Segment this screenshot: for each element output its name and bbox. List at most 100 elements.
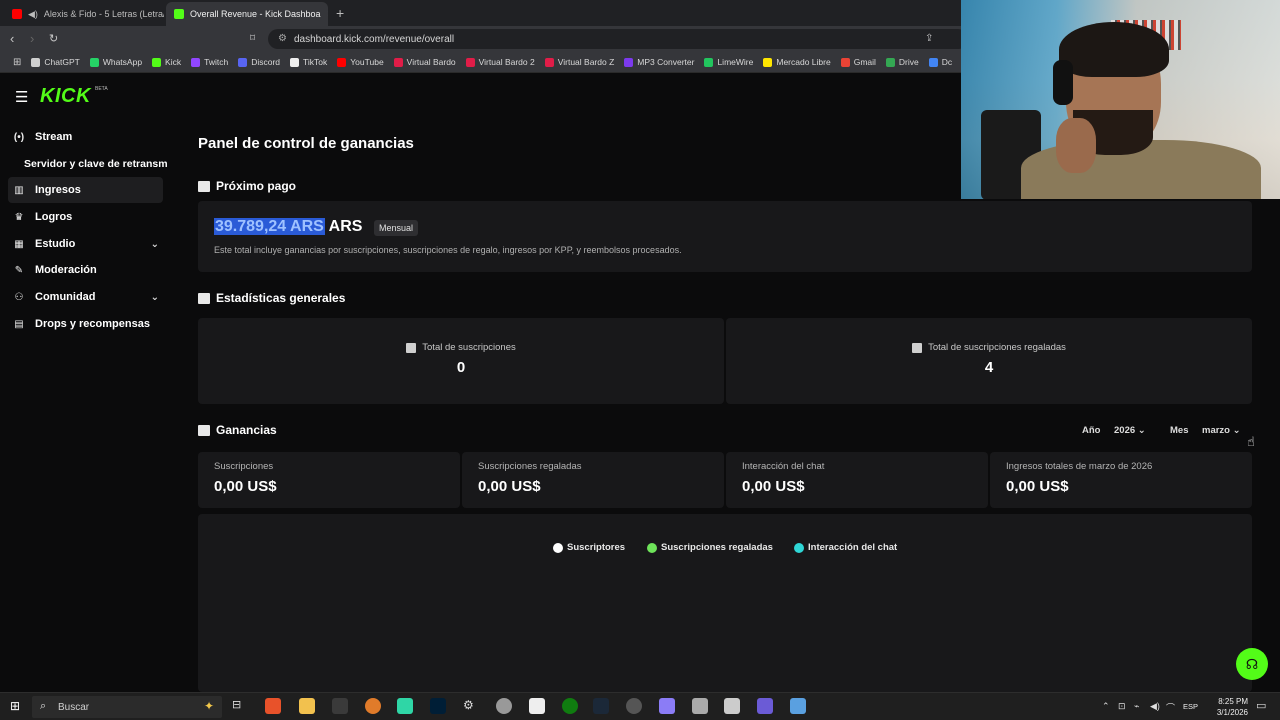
capcut-icon[interactable] [529, 698, 545, 714]
bookmark-item[interactable]: Virtual Bardo [389, 57, 461, 67]
earnings-label: Suscripciones regaladas [478, 461, 582, 472]
earnings-total-month: Ingresos totales de marzo de 2026 0,00 U… [990, 452, 1252, 508]
gmail-icon [840, 57, 850, 67]
sidebar-item-logros[interactable]: ♛ Logros [8, 204, 163, 230]
sidebar-item-estudio[interactable]: ▦ Estudio ⌄ [8, 231, 163, 257]
site-settings-icon[interactable]: ⚙ [278, 33, 287, 44]
app-icon[interactable] [659, 698, 675, 714]
legend-label: Interacción del chat [808, 542, 898, 553]
bookmark-item[interactable]: Kick [147, 57, 186, 67]
sparkle-icon: ✦ [203, 699, 214, 713]
chevron-down-icon[interactable]: ⌄ [151, 292, 159, 303]
youtube-icon [337, 57, 347, 67]
bookmark-item[interactable]: Mercado Libre [758, 57, 835, 67]
app-icon[interactable] [365, 698, 381, 714]
app-icon[interactable] [692, 698, 708, 714]
bookmark-item[interactable]: Virtual Bardo 2 [461, 57, 540, 67]
bookmark-item[interactable]: Drive [881, 57, 924, 67]
calculator-icon[interactable] [790, 698, 806, 714]
bookmark-item[interactable]: Gmail [836, 57, 881, 67]
url-text: dashboard.kick.com/revenue/overall [294, 33, 455, 45]
drive-icon [885, 57, 895, 67]
apps-icon[interactable]: ⊞ [8, 57, 26, 68]
bookmark-item[interactable]: Discord [233, 57, 285, 67]
earnings-subscriptions: Suscripciones 0,00 US$ [198, 452, 460, 508]
year-value: 2026 [1114, 425, 1136, 436]
settings-icon[interactable]: ⚙ [463, 698, 479, 714]
twitch-icon [191, 57, 201, 67]
sidebar-item-stream[interactable]: (•) Stream [8, 124, 163, 150]
section-title: Estadísticas generales [216, 291, 346, 305]
legend-item-chat[interactable]: Interacción del chat [794, 542, 897, 553]
sidebar-item-moderacion[interactable]: ✎ Moderación [8, 257, 163, 283]
wallet-icon [198, 180, 210, 192]
mercadolibre-icon [763, 57, 773, 67]
back-icon[interactable]: ‹ [10, 31, 14, 46]
brave-icon[interactable] [265, 698, 281, 714]
task-view-icon[interactable]: ⊟ [232, 698, 248, 714]
close-icon[interactable]: ✕ [327, 9, 328, 20]
hamburger-menu-icon[interactable]: ☰ [15, 88, 28, 106]
bookmark-item[interactable]: MP3 Converter [619, 57, 699, 67]
kick-logo[interactable]: KICK [40, 85, 91, 108]
earnings-chat-interaction: Interacción del chat 0,00 US$ [726, 452, 988, 508]
bookmark-item[interactable]: YouTube [332, 57, 388, 67]
notification-icon[interactable]: ▭ [1256, 699, 1266, 712]
language-indicator[interactable]: ESP [1183, 702, 1198, 711]
forward-icon[interactable]: › [30, 31, 34, 46]
bookmark-icon[interactable]: ⌑ [250, 33, 255, 44]
share-icon[interactable]: ⇪ [925, 33, 933, 44]
bookmark-item[interactable]: WhatsApp [85, 57, 147, 67]
chevron-down-icon[interactable]: ⌄ [151, 239, 159, 250]
bookmark-item[interactable]: LimeWire [699, 57, 758, 67]
chevron-down-icon: ⌄ [1232, 425, 1241, 436]
bookmark-item[interactable]: Virtual Bardo Z [540, 57, 620, 67]
sidebar-item-drops[interactable]: ▤ Drops y recompensas [8, 311, 163, 337]
year-select[interactable]: 2026 ⌄ [1114, 425, 1146, 436]
earnings-label: Suscripciones [214, 461, 274, 472]
shield-icon[interactable] [496, 698, 512, 714]
bookmark-item[interactable]: Dc [924, 57, 957, 67]
sidebar-item-comunidad[interactable]: ⚇ Comunidad ⌄ [8, 284, 163, 310]
windows-start-icon[interactable]: ⊞ [10, 699, 20, 713]
live-icon[interactable] [332, 698, 348, 714]
app-icon[interactable] [757, 698, 773, 714]
bar-chart-icon [198, 424, 210, 436]
docs-icon [928, 57, 938, 67]
wrench-icon: ✎ [14, 264, 24, 276]
bookmark-item[interactable]: TikTok [285, 57, 332, 67]
stat-total-subscriptions: Total de suscripciones 0 [198, 318, 724, 404]
sidebar-item-label: Logros [35, 211, 73, 223]
mic-icon[interactable]: ⌁ [1134, 701, 1139, 712]
sidebar-item-label: Drops y recompensas [35, 318, 150, 330]
support-chat-button[interactable]: ☊ [1236, 648, 1268, 680]
obs-icon[interactable] [626, 698, 642, 714]
limewire-icon [704, 57, 714, 67]
bookmark-item[interactable]: Twitch [186, 57, 233, 67]
bookmark-item[interactable]: ChatGPT [26, 57, 84, 67]
reload-icon[interactable]: ↻ [49, 32, 58, 45]
folder-icon[interactable] [299, 698, 315, 714]
bookmark-label: Drive [898, 57, 919, 67]
sidebar-item-ingresos[interactable]: ▥ Ingresos [8, 177, 163, 203]
url-input[interactable]: ⚙ dashboard.kick.com/revenue/overall [268, 29, 968, 49]
taskbar-search-input[interactable]: ⌕ Buscar ✦ [32, 696, 222, 718]
photoshop-icon[interactable] [430, 698, 446, 714]
new-tab-button[interactable]: + [336, 5, 344, 21]
legend-item-subscribers[interactable]: Suscriptores [553, 542, 625, 553]
steam-icon[interactable] [593, 698, 609, 714]
legend-item-gifted[interactable]: Suscripciones regaladas [647, 542, 773, 553]
network-icon[interactable]: ⊡ [1118, 701, 1126, 712]
tab-overall-revenue[interactable]: Overall Revenue - Kick Dashboa ✕ [166, 2, 328, 26]
youtube-icon [393, 57, 403, 67]
month-select[interactable]: marzo ⌄ [1202, 425, 1241, 436]
app-icon[interactable] [397, 698, 413, 714]
volume-icon[interactable]: ◀) [1150, 701, 1160, 712]
xbox-icon[interactable] [562, 698, 578, 714]
wifi-icon[interactable]: ⌒ [1166, 701, 1175, 714]
sidebar-item-server-key[interactable]: Servidor y clave de retransm [8, 151, 168, 177]
tab-music[interactable]: ◀) Alexis & Fido - 5 Letras (Letra/Ly [4, 2, 164, 26]
taskbar-clock[interactable]: 8:25 PM 3/1/2026 [1198, 696, 1248, 718]
gamepad-icon[interactable] [724, 698, 740, 714]
tray-chevron-icon[interactable]: ⌃ [1102, 701, 1110, 712]
